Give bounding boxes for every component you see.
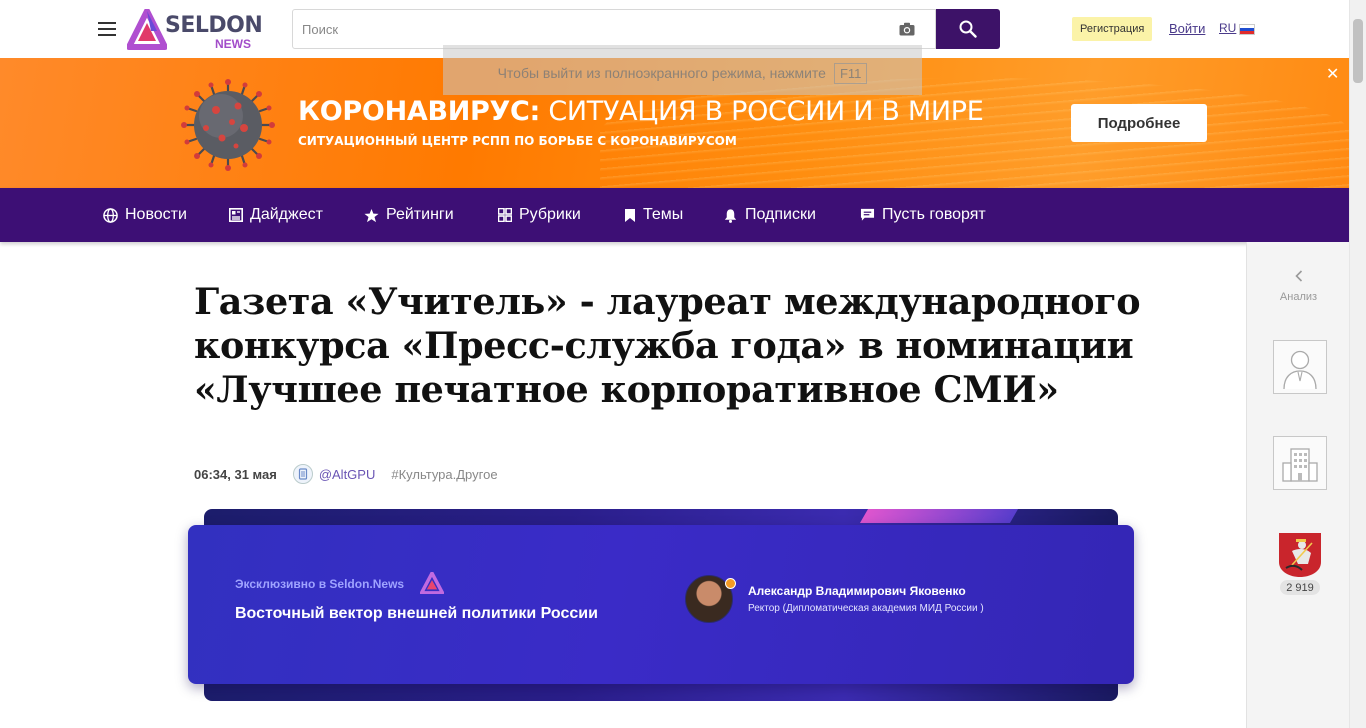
article-date: 06:34, 31 мая [194, 466, 277, 482]
building-icon [1282, 448, 1318, 482]
seldon-mark-icon [420, 572, 444, 594]
analysis-label[interactable]: Анализ [1247, 291, 1350, 303]
person-role: Ректор (Дипломатическая академия МИД Рос… [748, 603, 984, 614]
exclusive-title: Восточный вектор внешней политики России [235, 605, 598, 622]
close-icon[interactable]: ✕ [1326, 64, 1339, 84]
badge-icon [725, 578, 736, 589]
scrollbar-thumb[interactable] [1353, 19, 1363, 83]
source-icon[interactable] [292, 464, 313, 484]
register-button[interactable]: Регистрация [1072, 17, 1153, 41]
more-button[interactable]: Подробнее [1071, 104, 1207, 142]
organization-card[interactable] [1273, 436, 1327, 490]
moscow-coat-of-arms-icon[interactable] [1278, 532, 1322, 578]
logo-mark-icon [127, 9, 167, 50]
logo-text: SELDON [165, 13, 263, 38]
chevron-left-icon[interactable] [1295, 270, 1303, 282]
exclusive-label: Эксклюзивно в Seldon.News [235, 577, 405, 591]
logo[interactable]: SELDON NEWS [127, 9, 263, 51]
banner-title: КОРОНАВИРУС: СИТУАЦИЯ В РОССИИ И В МИРЕ [298, 96, 984, 127]
banner-subtitle: СИТУАЦИОННЫЙ ЦЕНТР РСПП ПО БОРЬБЕ С КОРО… [298, 134, 737, 148]
article-title: Газета «Учитель» - лауреат международног… [194, 280, 1141, 411]
person-card[interactable] [1273, 340, 1327, 394]
right-sidebar: Анализ 2 919 [1246, 242, 1349, 728]
search-button[interactable] [936, 9, 1000, 49]
person-icon [1283, 350, 1317, 389]
language-selector[interactable]: RU [1219, 21, 1236, 35]
grid-icon [498, 208, 512, 222]
nav-item-news[interactable]: Новости [103, 188, 187, 242]
bell-icon [724, 208, 737, 223]
fullscreen-tooltip: Чтобы выйти из полноэкранного режима, на… [443, 45, 922, 95]
message-icon [860, 208, 875, 221]
search-input[interactable] [293, 10, 883, 48]
count-badge: 2 919 [1280, 580, 1320, 595]
login-link[interactable]: Войти [1169, 21, 1205, 36]
person-name[interactable]: Александр Владимирович Яковенко [748, 584, 966, 598]
nav-item-topics[interactable]: Темы [624, 188, 683, 242]
menu-icon[interactable] [98, 22, 116, 36]
article-tag-link[interactable]: #Культура.Другое [391, 467, 497, 482]
main-nav: Новости Дайджест Рейтинги Рубрики Темы П… [0, 188, 1349, 242]
nav-item-subscriptions[interactable]: Подписки [723, 188, 816, 242]
page-scrollbar[interactable] [1349, 0, 1366, 728]
nav-item-ratings[interactable]: Рейтинги [364, 188, 454, 242]
exclusive-card[interactable]: Эксклюзивно в Seldon.News Восточный вект… [188, 525, 1134, 684]
search-icon [959, 20, 977, 38]
russia-flag-icon[interactable] [1239, 24, 1255, 35]
page: SELDON NEWS Регистрация Войти RU [0, 0, 1366, 728]
search-box [292, 9, 936, 49]
newspaper-icon [229, 208, 243, 222]
key-hint: F11 [833, 62, 868, 84]
logo-sub: NEWS [215, 37, 251, 51]
star-icon [364, 208, 379, 222]
bookmark-icon [625, 208, 635, 222]
globe-icon [103, 207, 118, 223]
nav-item-let-them-talk[interactable]: Пусть говорят [860, 188, 986, 242]
nav-item-rubrics[interactable]: Рубрики [498, 188, 581, 242]
article-meta: 06:34, 31 мая @AltGPU #Культура.Другое [194, 464, 498, 484]
article-source-link[interactable]: @AltGPU [319, 467, 376, 482]
virus-icon [181, 79, 275, 171]
nav-item-digest[interactable]: Дайджест [229, 188, 323, 242]
camera-icon[interactable] [899, 22, 915, 36]
